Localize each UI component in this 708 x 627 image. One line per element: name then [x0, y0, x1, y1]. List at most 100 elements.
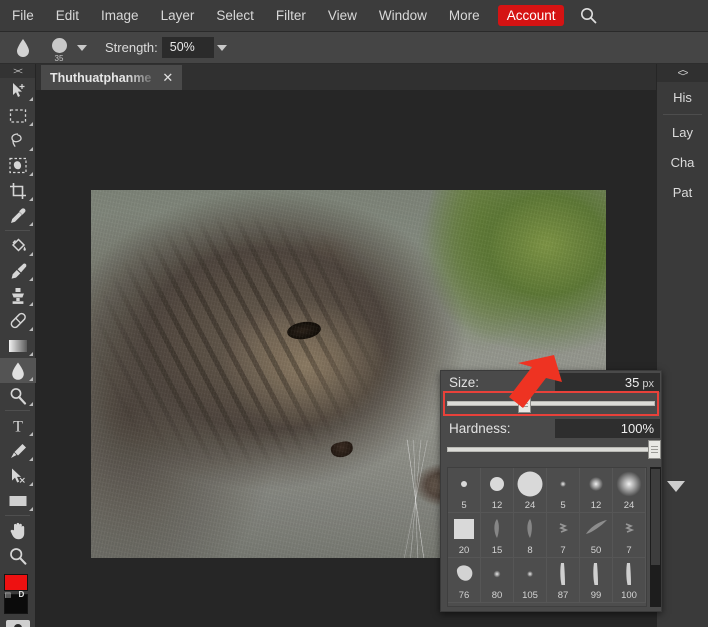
- brush-preset-size-label: 87: [557, 590, 569, 601]
- brush-preset-7-9[interactable]: 7: [547, 513, 580, 558]
- brush-preset-80-13[interactable]: 80: [481, 558, 514, 603]
- brush-preset-50-10[interactable]: 50: [580, 513, 613, 558]
- brush-preset-76-12[interactable]: 76: [448, 558, 481, 603]
- menu-layer[interactable]: Layer: [150, 0, 206, 32]
- brush-preset-105-14[interactable]: 105: [514, 558, 547, 603]
- brush-preset-grid-container[interactable]: 5 12 24 5 12 24 20 15 8 7 50 7 76 80 105 87 99 100: [447, 467, 647, 607]
- search-icon[interactable]: [575, 3, 601, 29]
- path-select-tool[interactable]: [0, 463, 36, 488]
- lasso-tool[interactable]: [0, 128, 36, 153]
- brush-preset-100-17[interactable]: 100: [613, 558, 646, 603]
- svg-text:T: T: [13, 419, 23, 435]
- brush-preset-chevron-down-icon[interactable]: [77, 44, 87, 51]
- paint-bucket-tool[interactable]: [0, 233, 36, 258]
- smudge-droplet-icon[interactable]: [8, 34, 38, 62]
- menu-filter[interactable]: Filter: [265, 0, 317, 32]
- strength-value-field[interactable]: 50%: [161, 37, 214, 58]
- brush-preset-20-6[interactable]: 20: [448, 513, 481, 558]
- shape-tool[interactable]: [0, 488, 36, 513]
- size-slider-handle[interactable]: [517, 394, 531, 413]
- right-rail-collapse-icon[interactable]: <>: [657, 64, 708, 82]
- quick-select-tool[interactable]: [0, 153, 36, 178]
- brush-preset-5-0[interactable]: 5: [448, 468, 481, 513]
- brush-preset-preview[interactable]: 35: [44, 34, 74, 63]
- brush-preset-24-2[interactable]: 24: [514, 468, 547, 513]
- menu-window[interactable]: Window: [368, 0, 438, 32]
- brush-preset-size-label: 12: [590, 500, 602, 511]
- size-value-field[interactable]: 35 px: [555, 373, 660, 392]
- hand-tool[interactable]: [0, 518, 36, 543]
- right-rail-divider: [663, 114, 702, 115]
- hardness-value-field[interactable]: 100%: [555, 419, 660, 438]
- brush-tip-thumbnail: [51, 38, 67, 53]
- brush-preset-thumbnail: [613, 513, 645, 545]
- brush-preset-thumbnail: [580, 513, 612, 545]
- move-tool[interactable]: [0, 78, 36, 103]
- brush-preset-size-label: 15: [491, 545, 503, 556]
- scrollbar-thumb[interactable]: [651, 469, 660, 565]
- brush-preset-99-16[interactable]: 99: [580, 558, 613, 603]
- strength-chevron-down-icon[interactable]: [216, 44, 227, 51]
- brush-preset-scrollbar[interactable]: [650, 467, 661, 607]
- marquee-tool[interactable]: [0, 103, 36, 128]
- brush-preset-12-1[interactable]: 12: [481, 468, 514, 513]
- size-slider[interactable]: [447, 394, 655, 413]
- close-icon[interactable]: ✕: [162, 71, 173, 84]
- panel-tab-channels[interactable]: Cha: [657, 147, 708, 177]
- dodge-tool[interactable]: [0, 383, 36, 408]
- brush-preset-5-3[interactable]: 5: [547, 468, 580, 513]
- toolbar-divider-3: [5, 515, 30, 516]
- brush-preset-15-7[interactable]: 15: [481, 513, 514, 558]
- menu-view[interactable]: View: [317, 0, 368, 32]
- menu-image[interactable]: Image: [90, 0, 150, 32]
- toolbar-collapse-icon[interactable]: ><: [0, 64, 35, 78]
- brush-tool[interactable]: [0, 258, 36, 283]
- clone-stamp-tool[interactable]: [0, 283, 36, 308]
- right-panel-rail: <> His Lay Cha Pat: [656, 64, 708, 627]
- account-button[interactable]: Account: [497, 5, 565, 26]
- menu-select[interactable]: Select: [205, 0, 265, 32]
- zoom-tool[interactable]: [0, 543, 36, 568]
- hardness-slider-track[interactable]: [447, 447, 655, 452]
- gradient-tool[interactable]: [0, 333, 36, 358]
- size-slider-track[interactable]: [447, 401, 655, 406]
- hardness-slider-handle[interactable]: [648, 440, 661, 459]
- brush-preset-thumbnail: [514, 513, 546, 545]
- brush-preset-size-label: 100: [621, 590, 637, 601]
- size-unit: px: [642, 378, 654, 390]
- hardness-slider[interactable]: [447, 440, 661, 459]
- brush-preset-thumbnail: [514, 468, 546, 500]
- chevron-down-icon[interactable]: [667, 481, 685, 492]
- menu-file[interactable]: File: [0, 0, 45, 32]
- crop-tool[interactable]: [0, 178, 36, 203]
- swap-colors-label[interactable]: D: [19, 590, 25, 599]
- smudge-tool[interactable]: [0, 358, 36, 383]
- pen-tool[interactable]: [0, 438, 36, 463]
- foreground-color-swatch[interactable]: [3, 574, 28, 591]
- brush-preset-12-4[interactable]: 12: [580, 468, 613, 513]
- brush-preset-size-label: 12: [491, 500, 503, 511]
- brush-preset-7-11[interactable]: 7: [613, 513, 646, 558]
- brush-preset-size-label: 8: [527, 545, 533, 556]
- menu-more[interactable]: More: [438, 0, 491, 32]
- color-swatches[interactable]: ▤ D: [3, 574, 33, 616]
- eyedropper-tool[interactable]: [0, 203, 36, 228]
- hardness-row: Hardness: 100%: [441, 417, 661, 439]
- brush-preset-87-15[interactable]: 87: [547, 558, 580, 603]
- brush-preset-8-8[interactable]: 8: [514, 513, 547, 558]
- brush-preset-size-label: 7: [626, 545, 632, 556]
- menu-edit[interactable]: Edit: [45, 0, 90, 32]
- panel-tab-paths[interactable]: Pat: [657, 177, 708, 207]
- brush-preset-size-label: 5: [461, 500, 467, 511]
- eraser-tool[interactable]: [0, 308, 36, 333]
- document-tab[interactable]: Thuthuatphanme ✕: [41, 65, 183, 90]
- brush-preset-size-label: 80: [491, 590, 503, 601]
- panel-tab-layers[interactable]: Lay: [657, 117, 708, 147]
- type-tool[interactable]: T: [0, 413, 36, 438]
- panel-tab-history[interactable]: His: [657, 82, 708, 112]
- quick-mask-icon[interactable]: [5, 620, 30, 627]
- menu-bar: File Edit Image Layer Select Filter View…: [0, 0, 708, 32]
- brush-preset-24-5[interactable]: 24: [613, 468, 646, 513]
- default-colors-icon[interactable]: ▤: [5, 591, 12, 599]
- brush-preset-size-label: 5: [560, 500, 566, 511]
